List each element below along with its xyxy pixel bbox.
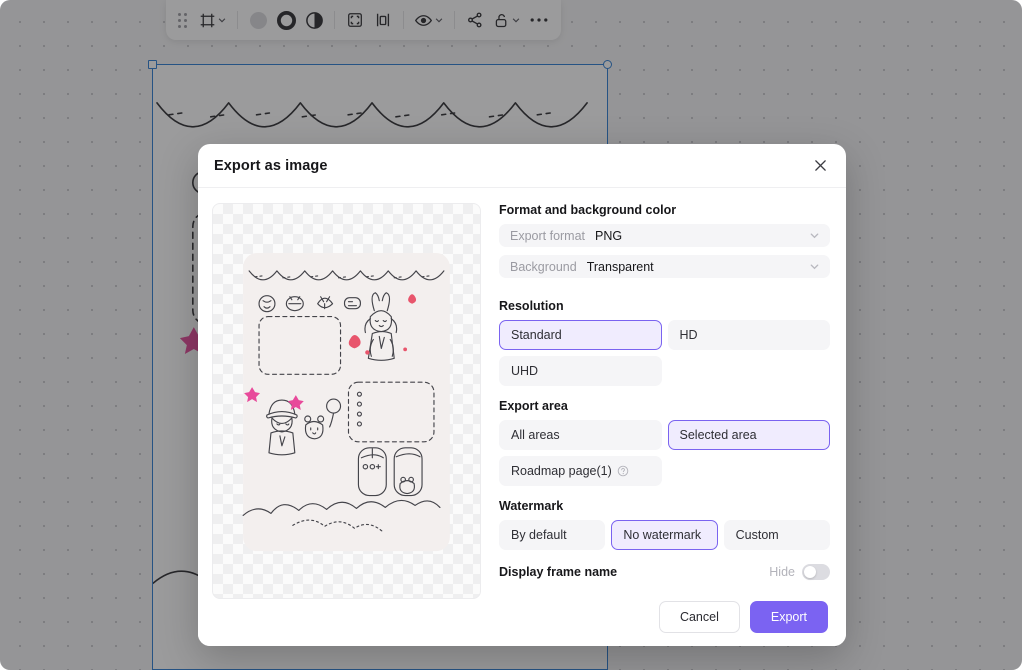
export-format-label: Export format [510,228,586,243]
watermark-option-label: No watermark [623,528,702,542]
export-area-options: All areas Selected area Roadmap page(1) [499,420,830,486]
toggle-knob [804,566,816,578]
preview-artwork [213,253,480,581]
display-frame-name-label: Display frame name [499,565,618,579]
watermark-options: By default No watermark Custom [499,520,830,550]
format-section-heading: Format and background color [499,203,677,217]
watermark-option-no-watermark[interactable]: No watermark [611,520,718,550]
resolution-option-label: Standard [511,328,562,342]
resolution-option-label: HD [679,328,698,342]
display-frame-name-control: Hide [769,564,830,580]
export-area-section-heading: Export area [499,399,568,413]
close-button[interactable] [808,154,832,178]
export-button[interactable]: Export [749,601,828,633]
app-window: Export as image Format and background co… [0,0,1022,670]
dialog-body: Format and background color Export forma… [198,188,846,599]
export-area-option-all-areas[interactable]: All areas [499,420,662,450]
export-area-option-roadmap-page[interactable]: Roadmap page(1) [499,456,662,486]
export-area-option-selected-area[interactable]: Selected area [667,420,830,450]
help-icon[interactable] [617,465,629,477]
chevron-down-icon [809,230,820,241]
resolution-option-uhd[interactable]: UHD [499,356,662,386]
export-preview [212,203,481,599]
export-as-image-dialog: Export as image Format and background co… [198,144,846,646]
background-select[interactable]: Background Transparent [499,255,830,278]
background-value: Transparent [586,259,654,274]
cancel-button[interactable]: Cancel [658,601,740,633]
watermark-option-custom[interactable]: Custom [723,520,830,550]
watermark-section-heading: Watermark [499,499,564,513]
resolution-options: Standard HD UHD [499,320,830,386]
export-area-option-label: Selected area [679,428,757,442]
export-area-option-label: All areas [511,428,560,442]
display-frame-name-row: Display frame name Hide [499,564,830,580]
watermark-option-by-default[interactable]: By default [499,520,606,550]
watermark-option-label: By default [511,528,567,542]
hide-label: Hide [769,565,795,579]
export-area-option-label: Roadmap page(1) [511,464,612,478]
chevron-down-icon [809,261,820,272]
resolution-option-label: UHD [511,364,539,378]
resolution-option-hd[interactable]: HD [667,320,830,350]
close-icon [814,160,826,171]
background-label: Background [510,259,577,274]
export-format-select[interactable]: Export format PNG [499,224,830,247]
export-format-value: PNG [595,228,623,243]
dialog-title: Export as image [214,157,328,174]
dialog-header: Export as image [198,144,846,188]
resolution-option-standard[interactable]: Standard [499,320,662,350]
resolution-section-heading: Resolution [499,299,564,313]
export-settings: Format and background color Export forma… [499,203,830,580]
watermark-option-label: Custom [735,528,779,542]
hide-frame-name-toggle[interactable] [802,564,830,580]
